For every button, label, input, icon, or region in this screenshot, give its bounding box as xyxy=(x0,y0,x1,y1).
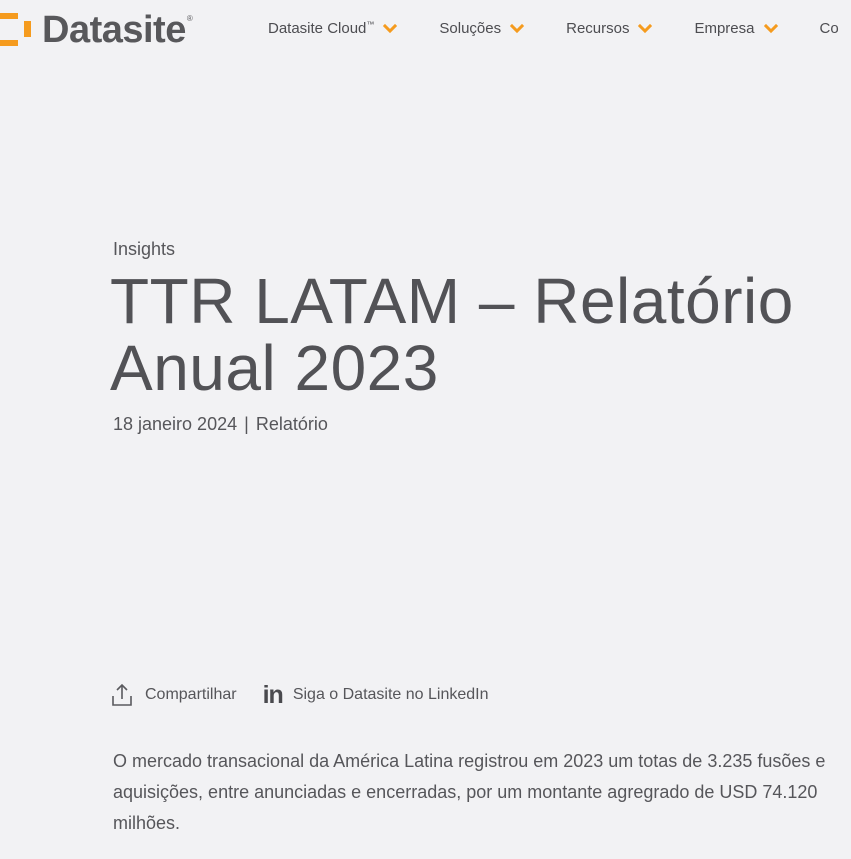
linkedin-follow-link[interactable]: in Siga o Datasite no LinkedIn xyxy=(262,681,489,709)
share-label: Compartilhar xyxy=(145,686,237,703)
datasite-logo-mark-icon xyxy=(0,11,34,49)
page-title-line-1: TTR LATAM – Relatório xyxy=(110,265,794,337)
nav-item-empresa[interactable]: Empresa xyxy=(694,20,778,37)
chevron-down-icon xyxy=(383,23,398,33)
share-button[interactable]: Compartilhar xyxy=(111,683,237,707)
chevron-down-icon xyxy=(638,23,653,33)
nav-item-label: Empresa xyxy=(694,20,755,37)
linkedin-icon: in xyxy=(262,681,284,709)
share-row: Compartilhar in Siga o Datasite no Linke… xyxy=(111,681,489,709)
lead-paragraph: O mercado transacional da América Latina… xyxy=(113,751,826,833)
trademark-mark: ™ xyxy=(366,20,375,29)
page-title-line-2: Anual 2023 xyxy=(110,332,439,404)
nav-item-solucoes[interactable]: Soluções xyxy=(439,20,525,37)
nav-item-label: Co xyxy=(819,20,839,37)
chevron-down-icon xyxy=(510,23,525,33)
nav-item-datasite-cloud[interactable]: Datasite Cloud ™ xyxy=(268,20,398,37)
page-title: TTR LATAM – Relatório Anual 2023 xyxy=(110,268,830,402)
article-meta: 18 janeiro 2024 | Relatório xyxy=(113,414,328,435)
nav-item-recursos[interactable]: Recursos xyxy=(566,20,653,37)
logo-text: Datasite xyxy=(42,9,186,51)
nav-item-truncated[interactable]: Co xyxy=(820,20,839,37)
nav-item-label: Recursos xyxy=(566,20,630,37)
nav-item-label: Datasite Cloud xyxy=(268,20,367,37)
linkedin-label: Siga o Datasite no LinkedIn xyxy=(292,686,489,703)
meta-separator: | xyxy=(244,414,249,434)
datasite-logo[interactable]: Datasite ® xyxy=(0,10,193,50)
site-header: Datasite ® Datasite Cloud ™ Soluções Recu… xyxy=(0,0,851,62)
chevron-down-icon xyxy=(763,23,778,33)
share-upload-icon xyxy=(112,683,132,706)
nav-item-label: Soluções xyxy=(439,20,502,37)
publish-date: 18 janeiro 2024 xyxy=(113,414,238,434)
content-type: Relatório xyxy=(255,414,328,434)
logo-registered-mark: ® xyxy=(186,14,193,23)
category-eyebrow[interactable]: Insights xyxy=(113,239,175,260)
main-nav: Datasite Cloud ™ Soluções Recursos Empres… xyxy=(268,20,851,37)
